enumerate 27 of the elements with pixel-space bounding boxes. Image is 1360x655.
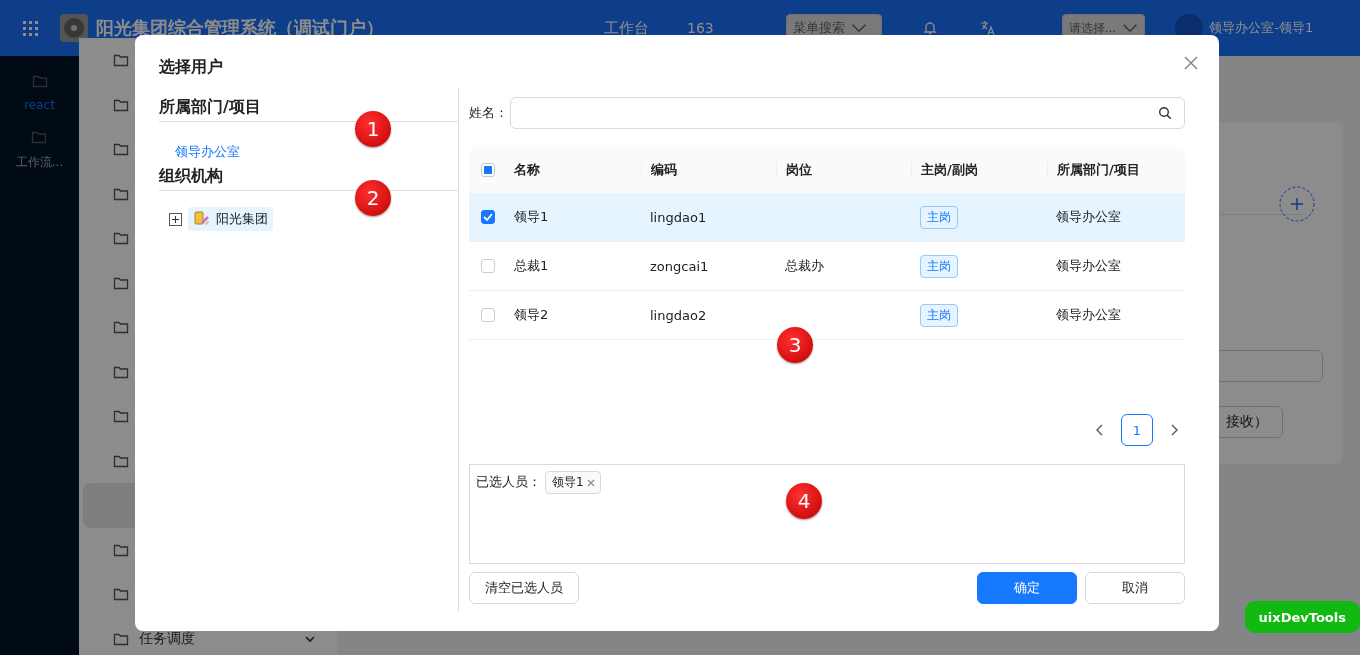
user-tag: 领导1 — [545, 471, 601, 494]
table-cell: 总裁1 — [514, 258, 549, 273]
annotation-marker: 1 — [355, 111, 391, 147]
column-header: 编码 — [641, 162, 776, 178]
column-header: 主岗/副岗 — [911, 162, 1047, 178]
table-cell: 总裁办 — [785, 258, 824, 273]
annotation-marker: 2 — [355, 180, 391, 216]
table-cell: 领导办公室 — [1056, 209, 1121, 224]
count-text: 163 — [687, 20, 714, 36]
column-header: 岗位 — [776, 162, 911, 178]
table-cell: 领导1 — [514, 209, 549, 224]
table-cell: 领导办公室 — [1056, 307, 1121, 322]
annotation-marker: 4 — [786, 483, 822, 519]
post-tag: 主岗 — [920, 254, 958, 278]
table-cell: lingdao1 — [650, 209, 707, 225]
name-label: 姓名 : — [469, 104, 504, 122]
annotation-marker: 3 — [777, 327, 813, 363]
post-tag: 主岗 — [920, 303, 958, 327]
table-cell: zongcai1 — [650, 258, 709, 274]
table-cell: 领导2 — [514, 307, 549, 322]
table-cell: lingdao2 — [650, 307, 707, 323]
dialog-title: 选择用户 — [159, 57, 223, 78]
column-header: 所属部门/项目 — [1047, 162, 1185, 178]
post-tag: 主岗 — [920, 205, 958, 229]
selected-users-label: 已选人员： — [476, 473, 541, 491]
table-cell: 领导办公室 — [1056, 258, 1121, 273]
column-header: 名称 — [513, 162, 541, 178]
